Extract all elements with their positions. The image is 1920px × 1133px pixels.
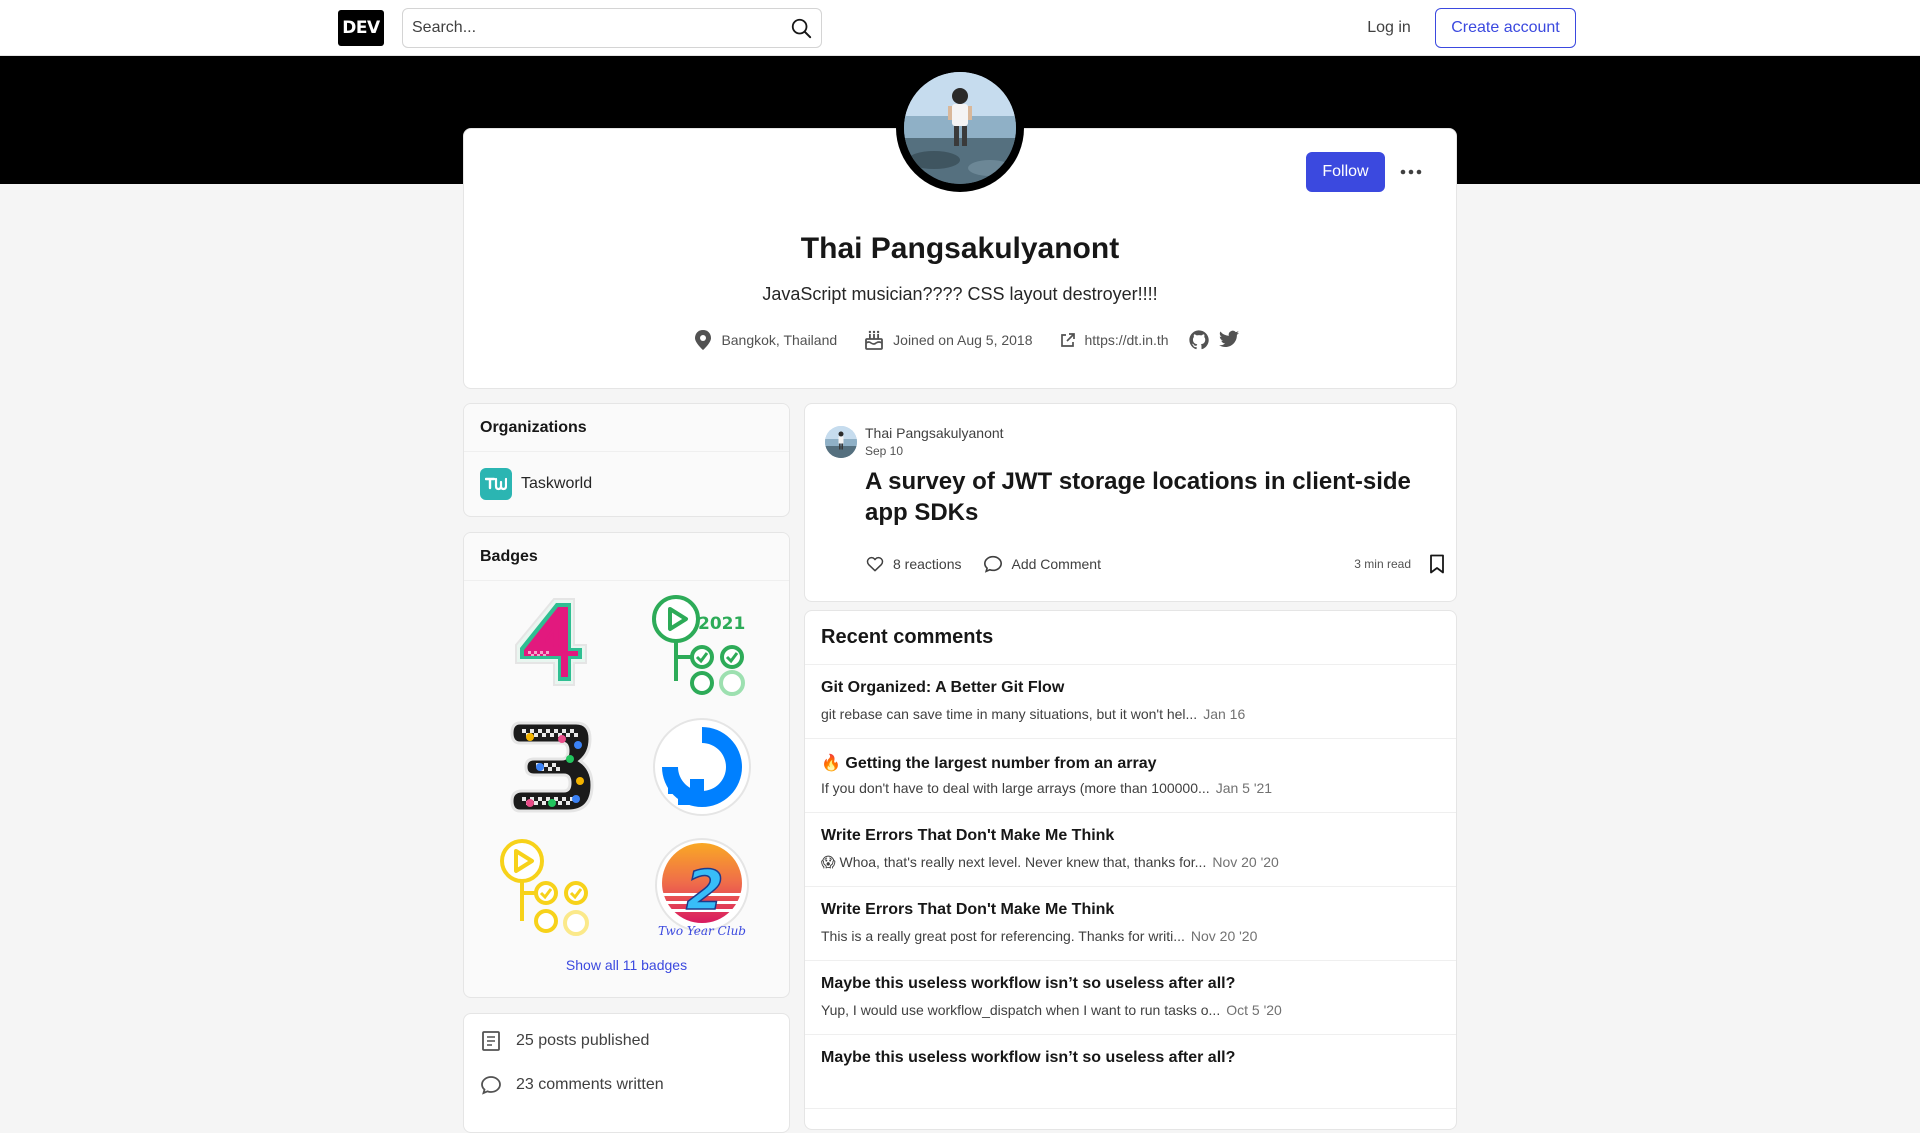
github-icon[interactable] <box>1188 329 1210 351</box>
post-actions: 8 reactions Add Comment 3 min read <box>865 549 1445 579</box>
location-pin-icon <box>693 329 721 351</box>
recent-comments-card: Recent comments Git Organized: A Better … <box>804 610 1457 1130</box>
svg-text:4: 4 <box>544 624 562 654</box>
comment-excerpt: This is a really great post for referenc… <box>821 928 1258 944</box>
svg-text:Two Year Club: Two Year Club <box>658 924 746 938</box>
comment-excerpt <box>821 1076 1440 1092</box>
follow-button[interactable]: Follow <box>1306 152 1385 192</box>
location-item: Bangkok, Thailand <box>693 329 837 351</box>
comments-written-stat: 23 comments written <box>464 1068 789 1102</box>
comment-post-title: Write Errors That Don't Make Me Think <box>821 827 1115 844</box>
badges-heading: Badges <box>464 533 789 581</box>
comment-item[interactable]: Write Errors That Don't Make Me Think 😱 … <box>805 813 1456 887</box>
comments-written-label: 23 comments written <box>516 1076 664 1093</box>
joined-item: Joined on Aug 5, 2018 <box>863 329 1033 351</box>
post-date: Sep 10 <box>865 444 904 458</box>
profile-more-button[interactable] <box>1395 152 1427 192</box>
github-actions-badge[interactable] <box>500 837 604 941</box>
search-icon <box>790 17 812 39</box>
comment-bubble-icon <box>983 554 1011 574</box>
read-time: 3 min read <box>1354 557 1411 571</box>
joined-text: Joined on Aug 5, 2018 <box>893 332 1033 348</box>
external-link-icon <box>1059 331 1085 349</box>
posts-published-stat: 25 posts published <box>464 1024 789 1058</box>
cake-icon <box>863 329 893 351</box>
organizations-box: Organizations Taskworld <box>463 403 790 517</box>
svg-text:3: 3 <box>500 715 501 716</box>
comment-excerpt: Yup, I would use workflow_dispatch when … <box>821 1002 1282 1018</box>
add-comment-label: Add Comment <box>1011 556 1101 572</box>
profile-name: Thai Pangsakulyanont <box>800 232 1120 265</box>
comment-excerpt: git rebase can save time in many situati… <box>821 706 1246 722</box>
website-link[interactable]: https://dt.in.th <box>1085 332 1169 348</box>
twitter-icon[interactable] <box>1218 330 1240 350</box>
organization-item-taskworld[interactable]: Taskworld <box>464 452 789 516</box>
post-card[interactable]: Thai Pangsakulyanont Sep 10 A survey of … <box>804 403 1457 602</box>
svg-text:2021: 2021 <box>698 614 745 634</box>
comment-excerpt: 😱 Whoa, that's really next level. Never … <box>821 854 1279 870</box>
reactions-button[interactable]: 8 reactions <box>865 554 961 574</box>
reactions-count: 8 reactions <box>893 556 962 572</box>
show-all-badges-link[interactable]: Show all 11 badges <box>464 957 789 973</box>
svg-text:2: 2 <box>686 859 724 922</box>
organizations-heading: Organizations <box>464 404 789 452</box>
social-links <box>1188 329 1240 351</box>
organization-name: Taskworld <box>521 475 593 492</box>
digitalocean-badge[interactable] <box>650 715 754 819</box>
top-navigation-bar: DEV Log in Create account <box>0 0 1920 56</box>
badges-box: Badges 4 2021 3 2 Two Year Club Show all… <box>463 532 790 998</box>
heart-icon <box>865 554 893 574</box>
comment-date: Nov 20 '20 <box>1212 854 1279 870</box>
recent-comments-heading: Recent comments <box>805 611 1456 665</box>
profile-avatar <box>904 72 1016 184</box>
posts-published-label: 25 posts published <box>516 1032 650 1049</box>
profile-bio: JavaScript musician???? CSS layout destr… <box>762 284 1158 304</box>
comment-item[interactable]: Maybe this useless workflow isn’t so use… <box>805 1035 1456 1109</box>
search-button[interactable] <box>785 12 817 44</box>
comment-excerpt: If you don't have to deal with large arr… <box>821 780 1273 796</box>
avatar-photo-icon <box>904 72 1016 184</box>
comment-post-title: Git Organized: A Better Git Flow <box>821 679 1065 696</box>
comment-icon <box>480 1074 516 1096</box>
profile-avatar-frame <box>896 64 1024 192</box>
comment-post-title: 🔥 Getting the largest number from an arr… <box>821 755 1157 772</box>
two-year-club-badge[interactable]: 2 Two Year Club <box>650 837 754 941</box>
comment-item[interactable]: 🔥 Getting the largest number from an arr… <box>805 739 1456 813</box>
github-actions-2021-badge[interactable]: 2021 <box>650 593 754 697</box>
post-author-avatar[interactable] <box>825 426 857 458</box>
add-comment-button[interactable]: Add Comment <box>983 554 1101 574</box>
website-item[interactable]: https://dt.in.th <box>1059 331 1169 349</box>
three-year-club-badge[interactable]: 3 <box>500 715 604 819</box>
post-icon <box>480 1030 516 1052</box>
location-text: Bangkok, Thailand <box>721 332 838 348</box>
more-horizontal-icon <box>1400 169 1422 175</box>
comment-item[interactable]: Git Organized: A Better Git Flow git reb… <box>805 665 1456 739</box>
post-author-name[interactable]: Thai Pangsakulyanont <box>865 425 1004 441</box>
bookmark-icon[interactable] <box>1429 554 1445 574</box>
taskworld-logo-icon <box>480 468 512 500</box>
comment-item[interactable]: Write Errors That Don't Make Me Think Th… <box>805 887 1456 961</box>
search-box <box>402 8 822 48</box>
comment-date: Nov 20 '20 <box>1190 928 1258 944</box>
comment-date: Jan 16 <box>1203 706 1246 722</box>
comment-post-title: Maybe this useless workflow isn’t so use… <box>821 1049 1236 1066</box>
comment-post-title: Maybe this useless workflow isn’t so use… <box>821 975 1236 992</box>
comment-item[interactable]: Maybe this useless workflow isn’t so use… <box>805 961 1456 1035</box>
dev-logo[interactable]: DEV <box>338 10 384 46</box>
stats-box: 25 posts published 23 comments written <box>463 1013 790 1133</box>
profile-meta: Bangkok, Thailand Joined on Aug 5, 2018 … <box>463 328 1457 352</box>
post-title[interactable]: A survey of JWT storage locations in cli… <box>865 466 1425 528</box>
comment-post-title: Write Errors That Don't Make Me Think <box>821 901 1115 918</box>
search-input[interactable] <box>403 9 773 47</box>
four-year-club-badge[interactable]: 4 <box>500 593 604 697</box>
login-link[interactable]: Log in <box>1356 10 1422 46</box>
comment-date: Jan 5 '21 <box>1215 780 1273 796</box>
create-account-button[interactable]: Create account <box>1435 8 1576 48</box>
comment-date: Oct 5 '20 <box>1226 1002 1282 1018</box>
